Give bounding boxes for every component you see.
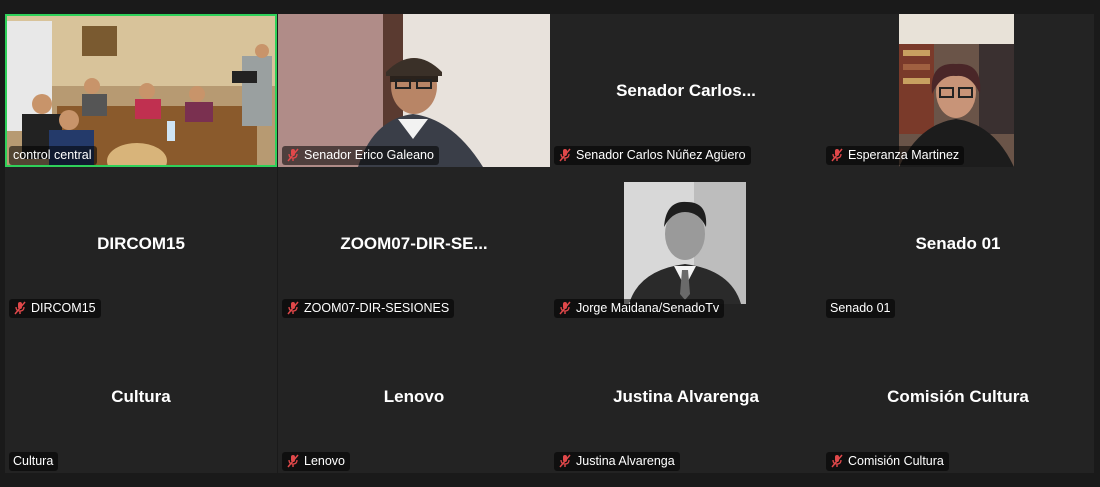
participant-tile[interactable]: Jorge Maidana/SenadoTv bbox=[550, 167, 822, 320]
participant-name: Senador Carlos Núñez Agüero bbox=[576, 148, 746, 162]
participant-name: Lenovo bbox=[304, 454, 346, 468]
microphone-muted-icon bbox=[559, 148, 571, 162]
participant-display-name: Comisión Cultura bbox=[887, 386, 1029, 406]
participant-display-name: Justina Alvarenga bbox=[613, 386, 759, 406]
participant-name: ZOOM07-DIR-SESIONES bbox=[304, 301, 450, 315]
participant-name: Senador Erico Galeano bbox=[304, 148, 434, 162]
participant-name: DIRCOM15 bbox=[31, 301, 96, 315]
participant-name: Senado 01 bbox=[830, 301, 891, 315]
microphone-muted-icon bbox=[831, 454, 843, 468]
microphone-muted-icon bbox=[831, 148, 843, 162]
participant-label: Senado 01 bbox=[826, 299, 896, 318]
participant-video bbox=[278, 14, 550, 167]
participant-tile[interactable]: Esperanza Martinez bbox=[822, 14, 1094, 167]
participant-name: Jorge Maidana/SenadoTv bbox=[576, 301, 720, 315]
microphone-muted-icon bbox=[559, 454, 571, 468]
participant-display-name: Senador Carlos... bbox=[616, 80, 756, 100]
participant-tile[interactable]: DIRCOM15 DIRCOM15 bbox=[5, 167, 277, 320]
participant-avatar bbox=[624, 182, 746, 304]
gallery-grid: control central Senador Erico Galeano Se… bbox=[0, 0, 1100, 487]
participant-label: ZOOM07-DIR-SESIONES bbox=[282, 299, 455, 318]
microphone-muted-icon bbox=[287, 301, 299, 315]
participant-tile[interactable]: Cultura Cultura bbox=[5, 320, 277, 473]
microphone-muted-icon bbox=[14, 301, 26, 315]
participant-display-name: ZOOM07-DIR-SE... bbox=[340, 233, 488, 253]
participant-tile[interactable]: control central bbox=[5, 14, 277, 167]
participant-tile[interactable]: Senador Carlos... Senador Carlos Núñez A… bbox=[550, 14, 822, 167]
participant-display-name: Cultura bbox=[111, 386, 171, 406]
microphone-muted-icon bbox=[559, 301, 571, 315]
participant-name: Comisión Cultura bbox=[848, 454, 944, 468]
participant-tile[interactable]: Senado 01 Senado 01 bbox=[822, 167, 1094, 320]
participant-tile[interactable]: Comisión Cultura Comisión Cultura bbox=[822, 320, 1094, 473]
participant-name: Justina Alvarenga bbox=[576, 454, 675, 468]
participant-video bbox=[899, 14, 1014, 167]
participant-tile[interactable]: Lenovo Lenovo bbox=[278, 320, 550, 473]
participant-label: Justina Alvarenga bbox=[554, 452, 680, 471]
participant-tile[interactable]: Justina Alvarenga Justina Alvarenga bbox=[550, 320, 822, 473]
participant-name: control central bbox=[13, 148, 92, 162]
microphone-muted-icon bbox=[287, 454, 299, 468]
participant-label: Jorge Maidana/SenadoTv bbox=[554, 299, 725, 318]
participant-label: control central bbox=[9, 146, 97, 165]
participant-tile[interactable]: ZOOM07-DIR-SE... ZOOM07-DIR-SESIONES bbox=[278, 167, 550, 320]
participant-display-name: Lenovo bbox=[383, 386, 445, 406]
participant-label: Senador Erico Galeano bbox=[282, 146, 439, 165]
participant-label: Lenovo bbox=[282, 452, 351, 471]
participant-display-name: DIRCOM15 bbox=[97, 233, 185, 253]
participant-label: Comisión Cultura bbox=[826, 452, 949, 471]
participant-video bbox=[7, 16, 275, 165]
participant-name: Cultura bbox=[13, 454, 54, 468]
participant-name: Esperanza Martinez bbox=[848, 148, 960, 162]
participant-label: Senador Carlos Núñez Agüero bbox=[554, 146, 751, 165]
participant-label: Esperanza Martinez bbox=[826, 146, 965, 165]
participant-label: Cultura bbox=[9, 452, 59, 471]
participant-label: DIRCOM15 bbox=[9, 299, 101, 318]
participant-display-name: Senado 01 bbox=[915, 233, 1001, 253]
participant-tile[interactable]: Senador Erico Galeano bbox=[278, 14, 550, 167]
microphone-muted-icon bbox=[287, 148, 299, 162]
